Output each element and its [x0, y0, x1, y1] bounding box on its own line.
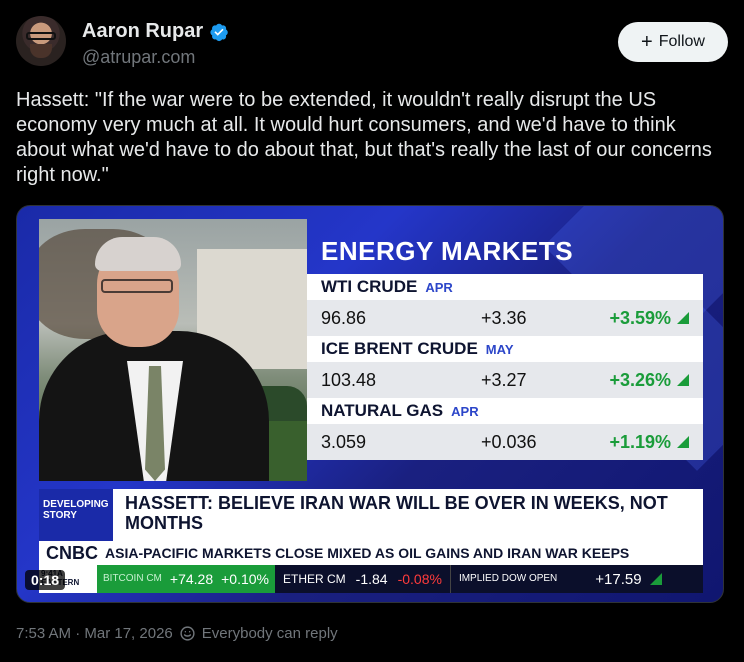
market-change: +3.27 — [481, 369, 527, 390]
video-frame — [39, 219, 307, 481]
author-name-row[interactable]: Aaron Rupar — [82, 20, 229, 43]
market-month: APR — [451, 403, 479, 419]
headline: HASSETT: BELIEVE IRAN WAR WILL BE OVER I… — [113, 489, 703, 541]
verified-badge-icon — [210, 23, 228, 41]
bitcoin-quote: BITCOIN CM +74.28 +0.10% — [97, 565, 275, 593]
ether-change: -1.84 — [355, 571, 388, 587]
market-percent: +3.59% — [601, 308, 689, 329]
dow-quote: IMPLIED DOW OPEN +17.59 — [449, 565, 670, 593]
market-price: 3.059 — [321, 431, 367, 452]
market-percent-value: +1.19% — [609, 431, 671, 452]
market-name: ICE BRENT CRUDE — [321, 339, 478, 358]
ether-label: ETHER CM — [282, 572, 346, 586]
reply-setting: Everybody can reply — [201, 625, 338, 642]
market-percent: +3.26% — [601, 370, 689, 391]
quote-row: 9:41A EASTERN BITCOIN CM +74.28 +0.10% E… — [39, 565, 703, 593]
ticker-text: ASIA-PACIFIC MARKETS CLOSE MIXED AS OIL … — [105, 545, 630, 561]
market-values: 3.059 +0.036 +1.19% — [307, 424, 703, 460]
avatar-beard — [30, 44, 52, 58]
cnbc-logo: CNBC — [46, 543, 98, 563]
market-name: WTI CRUDE — [321, 277, 418, 296]
bitcoin-change: +74.28 — [169, 571, 214, 587]
bitcoin-label: BITCOIN CM — [103, 573, 162, 584]
energy-markets-title: ENERGY MARKETS — [321, 236, 574, 266]
post-text: Hassett: "If the war were to be extended… — [16, 89, 712, 186]
market-percent-value: +3.59% — [609, 307, 671, 328]
up-triangle-icon — [649, 573, 662, 585]
developing-story-tag: DEVELOPING STORY — [39, 489, 113, 541]
dow-label: IMPLIED DOW OPEN — [458, 573, 558, 584]
author-handle[interactable]: @atrupar.com — [82, 47, 195, 68]
market-header: NATURAL GAS APR — [307, 398, 703, 424]
market-values: 96.86 +3.36 +3.59% — [307, 300, 703, 336]
market-change: +0.036 — [481, 431, 537, 452]
market-change: +3.36 — [481, 307, 527, 328]
ether-quote: ETHER CM -1.84 -0.08% — [275, 571, 450, 587]
market-header: ICE BRENT CRUDE MAY — [307, 336, 703, 362]
ticker-row: CNBC ASIA-PACIFIC MARKETS CLOSE MIXED AS… — [39, 541, 703, 565]
reply-setting-icon — [180, 626, 195, 641]
market-header: WTI CRUDE APR — [307, 274, 703, 300]
person-hair — [95, 237, 181, 271]
up-triangle-icon — [677, 436, 689, 448]
author-name[interactable]: Aaron Rupar — [82, 20, 203, 43]
video-player[interactable]: ENERGY MARKETS WTI CRUDE APR 96.86 +3.36… — [16, 205, 724, 603]
post-header: Aaron Rupar @atrupar.com + Follow — [16, 16, 728, 72]
ether-percent: -0.08% — [397, 571, 442, 587]
market-price: 103.48 — [321, 369, 377, 390]
plus-icon: + — [641, 31, 653, 53]
market-values: 103.48 +3.27 +3.26% — [307, 362, 703, 398]
post-footer: 7:53 AM · Mar 17, 2026 Everybody can rep… — [16, 625, 338, 642]
market-price: 96.86 — [321, 307, 367, 328]
avatar[interactable] — [16, 16, 66, 66]
person-glasses — [101, 279, 173, 293]
market-percent: +1.19% — [601, 432, 689, 453]
market-month: MAY — [485, 341, 514, 357]
dow-change: +17.59 — [595, 570, 642, 588]
bitcoin-percent: +0.10% — [221, 571, 269, 587]
video-duration: 0:18 — [25, 570, 66, 590]
markets-table: WTI CRUDE APR 96.86 +3.36 +3.59% ICE BRE… — [307, 274, 703, 460]
up-triangle-icon — [677, 374, 689, 386]
lower-third: DEVELOPING STORY HASSETT: BELIEVE IRAN W… — [39, 489, 703, 541]
follow-button[interactable]: + Follow — [618, 22, 728, 62]
up-triangle-icon — [677, 312, 689, 324]
avatar-glasses — [26, 32, 56, 40]
timestamp[interactable]: 7:53 AM · Mar 17, 2026 — [16, 625, 173, 642]
market-month: APR — [425, 279, 453, 295]
follow-label: Follow — [658, 33, 705, 50]
market-percent-value: +3.26% — [609, 369, 671, 390]
market-name: NATURAL GAS — [321, 401, 444, 420]
